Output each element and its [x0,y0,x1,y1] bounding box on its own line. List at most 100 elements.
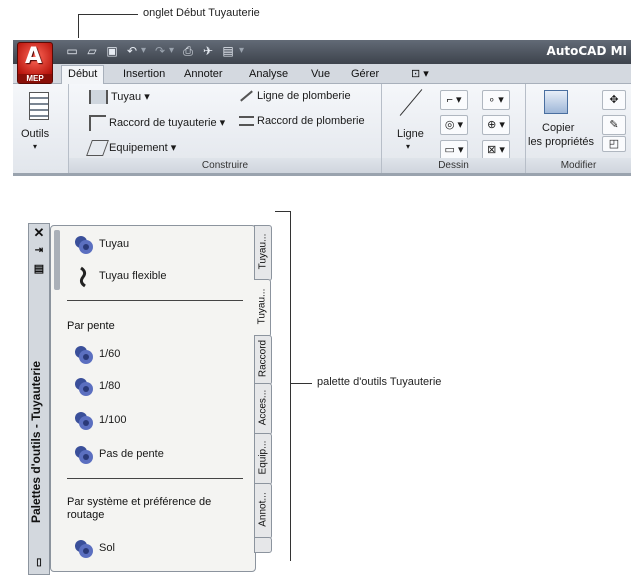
tool-label: Tuyau flexible [99,270,167,282]
rectangle-button[interactable]: ▭ ▾ [440,140,468,160]
tab-debut[interactable]: Début [61,65,105,84]
section-heading-systeme: Par système et préférence de routage [67,496,212,521]
tool-label: 1/100 [99,414,127,426]
tuyau-label: Tuyau [111,91,142,103]
section-divider [67,478,243,479]
properties-icon[interactable]: ▤ [221,44,235,58]
panel-construire: Tuyau ▾ Raccord de tuyauterie ▾ Equipeme… [69,84,382,173]
callout-palette: palette d'outils Tuyauterie [317,376,442,388]
plot-icon[interactable]: ⎙ [181,44,195,58]
tool-label: Sol [99,542,115,554]
ligne-dropdown-icon[interactable]: ▾ [406,142,410,151]
palette-bottom-icon: ▯ [36,557,42,568]
panel-outils: Outils ▾ [13,84,69,173]
view-button[interactable]: ◰ [602,136,626,152]
raccord-plomberie-button[interactable]: Raccord de plomberie [239,115,365,127]
application-menu-button[interactable]: A MEP [17,42,53,84]
callout-bracket-palette-top [275,211,291,212]
line-icon[interactable] [399,89,423,116]
plumbing-line-icon [240,90,253,102]
publish-icon[interactable]: ✈ [201,44,215,58]
app-badge: MEP [18,74,52,83]
open-icon[interactable]: ▱ [85,44,99,58]
callout-tab: onglet Début Tuyauterie [143,7,260,19]
equipement-button[interactable]: Equipement ▾ [86,140,176,156]
ellipse-button[interactable]: ⊕ ▾ [482,115,510,135]
callout-leader-tab [78,14,79,38]
callout-bracket-palette [290,211,291,561]
raccord-plomberie-label: Raccord de plomberie [257,115,365,127]
auto-hide-icon[interactable]: ⇥ [32,244,46,258]
panel-title-construire: Construire [69,158,381,173]
callout-leader-palette [290,383,312,384]
undo-icon[interactable]: ↶ [125,44,139,58]
callout-leader-tab-h [78,14,138,15]
palette-tabs: Tuyau... Tuyau... Raccord Acces... Equip… [254,225,272,565]
customize-qa-icon[interactable]: ▾ [239,45,244,56]
pipe-tool-icon [75,346,93,364]
ligne-plomberie-label: Ligne de plomberie [257,90,351,102]
equipment-icon [86,140,109,156]
outils-dropdown-icon[interactable]: ▾ [33,142,37,151]
outils-button[interactable]: Outils [21,128,49,140]
ligne-button[interactable]: Ligne [397,128,424,140]
panel-title-modifier: Modifier [526,158,631,173]
title-bar: ▭ ▱ ▣ ↶ ▾ ↷ ▾ ⎙ ✈ ▤ ▾ AutoCAD MI [13,40,631,65]
circle-button[interactable]: ◎ ▾ [440,115,468,135]
proprietes-label: les propriétés [528,136,595,148]
undo-dropdown-icon[interactable]: ▾ [141,45,146,56]
pipe-fitting-icon [89,115,106,131]
tool-palettes-icon[interactable] [29,92,49,120]
autocad-logo-icon: A [25,44,43,69]
palette-scrollbar[interactable] [54,230,60,290]
pipe-tool-icon [75,378,93,396]
redo-dropdown-icon[interactable]: ▾ [169,45,174,56]
tool-label: 1/80 [99,380,121,392]
plumbing-fitting-icon [239,116,254,127]
palette-tab-stack [254,537,272,553]
ribbon-minimize-icon[interactable]: ⊡ ▾ [405,66,435,83]
ligne-plomberie-button[interactable]: Ligne de plomberie [239,90,351,102]
tab-analyse[interactable]: Analyse [243,66,294,83]
section-divider [67,300,243,301]
tab-gerer[interactable]: Gérer [345,66,385,83]
copy-properties-icon[interactable] [544,90,568,114]
point-button[interactable]: ∘ ▾ [482,90,510,110]
panel-dessin: Ligne ▾ ⌐ ▾ ◎ ▾ ▭ ▾ ∘ ▾ ⊕ ▾ ⊠ ▾ Dessin [382,84,526,173]
properties-menu-icon[interactable]: ▤ [32,262,46,276]
redo-icon[interactable]: ↷ [153,44,167,58]
equipement-label: Equipement [109,141,168,154]
section-heading-pente: Par pente [67,320,115,332]
tab-label: Annot... [257,492,269,527]
copier-button[interactable]: Copier [542,122,574,134]
tool-palette: ✕ ⇥ ▤ Palettes d'outils - Tuyauterie ▯ T… [28,223,273,575]
palette-content: Tuyau Tuyau flexible Par pente 1/60 1/80… [50,225,256,572]
tab-annoter[interactable]: Annoter [178,66,229,83]
palette-title-bar[interactable]: ✕ ⇥ ▤ Palettes d'outils - Tuyauterie ▯ [28,223,50,575]
palette-tab-annotation[interactable]: Annot... [254,483,272,539]
app-title: AutoCAD MI [546,44,627,58]
ribbon-tab-bar: Début Insertion Annoter Analyse Vue Gére… [13,64,631,84]
panel-title-dessin: Dessin [382,158,525,173]
pipe-tool-icon [75,412,93,430]
raccord-tuyauterie-button[interactable]: Raccord de tuyauterie ▾ [89,115,225,131]
move-button[interactable]: ✥ [602,90,626,110]
close-icon[interactable]: ✕ [32,226,46,240]
tab-insertion[interactable]: Insertion [117,66,171,83]
raccord-label: Raccord de tuyauterie [109,116,217,129]
flexible-pipe-icon [79,266,87,288]
pipe-tool-icon [75,540,93,558]
hatch-button[interactable]: ⊠ ▾ [482,140,510,160]
edit-button[interactable]: ✎ [602,115,626,135]
pipe-icon [89,90,108,105]
pipe-tool-icon [75,446,93,464]
tool-label: Pas de pente [99,448,164,460]
polyline-button[interactable]: ⌐ ▾ [440,90,468,110]
tuyau-button[interactable]: Tuyau ▾ [89,90,150,105]
tab-vue[interactable]: Vue [305,66,336,83]
palette-title: Palettes d'outils - Tuyauterie [29,361,43,523]
new-icon[interactable]: ▭ [65,44,79,58]
panel-modifier: Copier les propriétés ✥ ✎ ◰ Modifier [526,84,631,173]
tool-label: 1/60 [99,348,121,360]
save-icon[interactable]: ▣ [105,44,119,58]
